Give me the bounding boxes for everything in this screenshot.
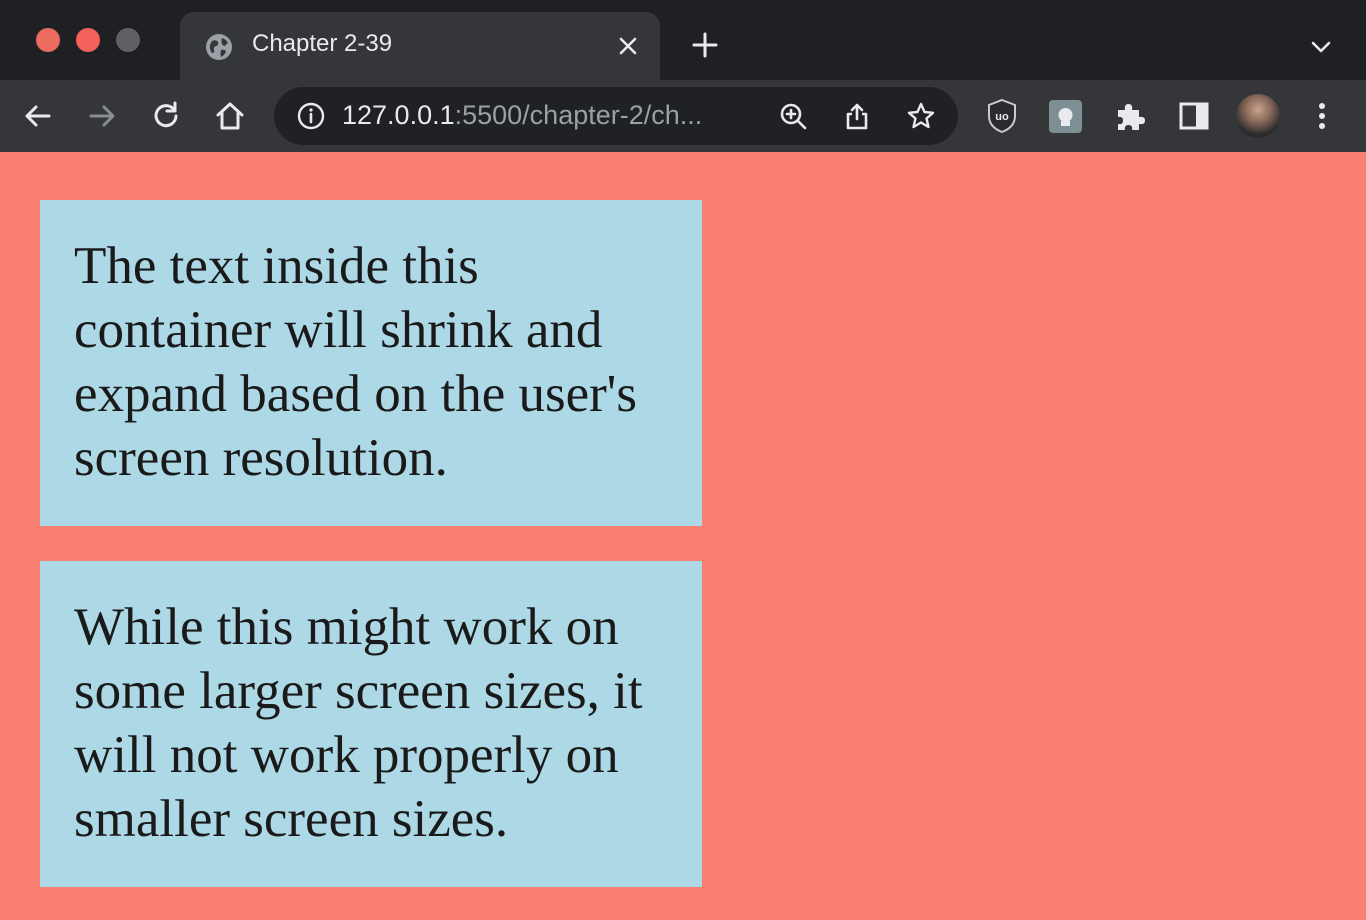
url-host: 127.0.0.1 [342, 100, 455, 130]
share-icon[interactable] [842, 101, 872, 131]
menu-icon[interactable] [1304, 98, 1340, 134]
star-icon[interactable] [906, 101, 936, 131]
container-text: The text inside this container will shri… [74, 237, 637, 487]
info-icon[interactable] [296, 101, 326, 131]
new-tab-plus-icon[interactable] [690, 30, 720, 60]
ublock-icon[interactable]: uo [986, 98, 1018, 134]
container-text: While this might work on some larger scr… [74, 598, 643, 848]
avatar[interactable] [1236, 94, 1280, 138]
puzzle-icon[interactable] [1112, 98, 1148, 134]
window-maximize-button[interactable] [116, 28, 140, 52]
reload-icon[interactable] [148, 98, 184, 134]
forward-icon[interactable] [84, 98, 120, 134]
extension-square-icon[interactable] [1049, 100, 1082, 133]
window-minimize-button[interactable] [76, 28, 100, 52]
page-viewport: The text inside this container will shri… [0, 152, 1366, 920]
svg-text:uo: uo [995, 111, 1009, 123]
side-panel-icon[interactable] [1176, 98, 1212, 134]
address-bar[interactable]: 127.0.0.1:5500/chapter-2/ch... [274, 87, 958, 145]
chevron-down-icon[interactable] [1308, 34, 1334, 60]
text-container-2: While this might work on some larger scr… [40, 561, 702, 887]
window-close-button[interactable] [36, 28, 60, 52]
home-icon[interactable] [212, 98, 248, 134]
tab-active[interactable]: Chapter 2-39 [180, 12, 660, 80]
tab-strip: Chapter 2-39 [0, 0, 1366, 80]
back-icon[interactable] [20, 98, 56, 134]
tab-title: Chapter 2-39 [252, 30, 393, 57]
text-container-1: The text inside this container will shri… [40, 200, 702, 526]
tab-close-icon[interactable] [616, 34, 640, 58]
browser-toolbar: 127.0.0.1:5500/chapter-2/ch... [0, 80, 1366, 152]
url-text[interactable]: 127.0.0.1:5500/chapter-2/ch... [342, 100, 762, 131]
zoom-icon[interactable] [778, 101, 808, 131]
url-path: :5500/chapter-2/ch... [454, 100, 703, 130]
globe-icon [204, 32, 234, 62]
